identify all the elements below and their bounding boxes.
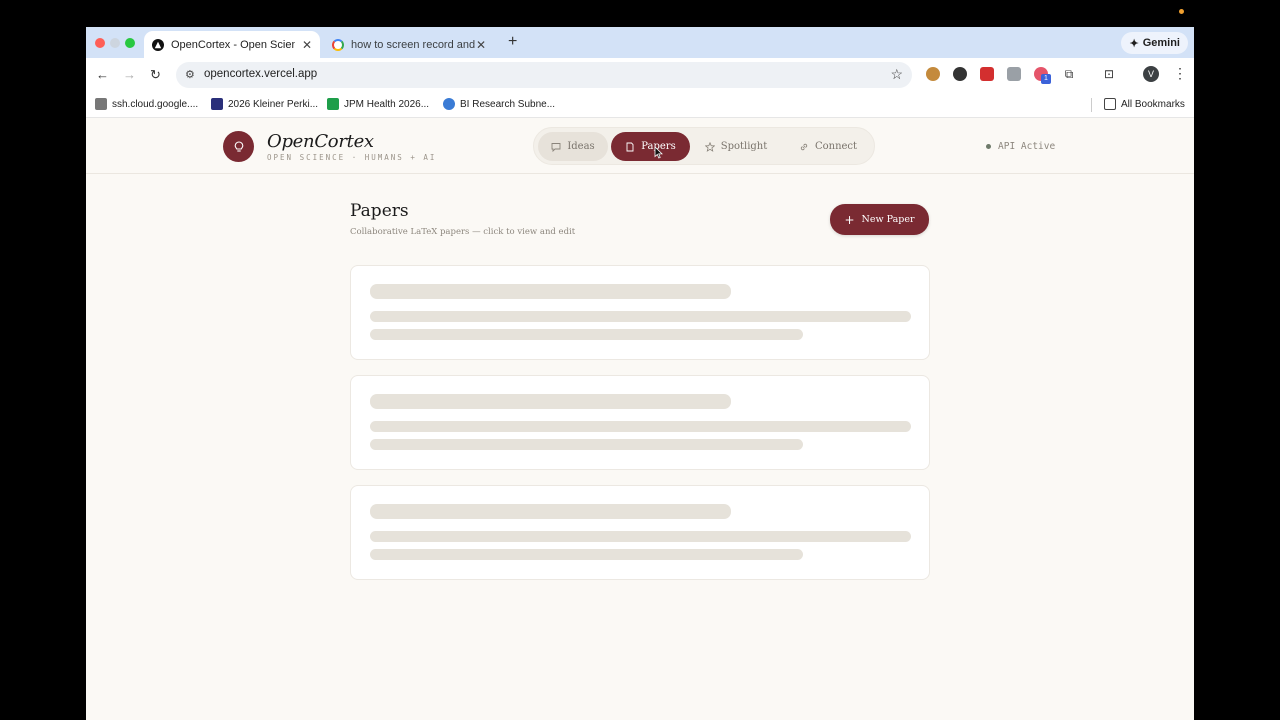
shield-extension-icon[interactable]: 1 [1034,67,1051,84]
close-window-button[interactable] [95,38,105,48]
bookmark-star-icon[interactable]: ☆ [890,66,903,83]
skeleton-title [370,504,731,519]
tab-opencortex[interactable]: OpenCortex - Open Science ✕ [144,31,320,58]
star-icon [704,141,715,152]
bookmark-item[interactable]: 2026 Kleiner Perki... [211,98,318,110]
brand-tagline: OPEN SCIENCE · HUMANS + AI [267,153,437,162]
globe-icon [443,98,455,110]
nav-tab-ideas[interactable]: Ideas [538,132,608,161]
bookmarks-divider [1091,98,1092,112]
opencortex-logo[interactable] [223,131,254,162]
url-text: opencortex.vercel.app [204,68,318,80]
tab-strip: OpenCortex - Open Science ✕ how to scree… [86,27,1194,58]
bookmark-label: JPM Health 2026... [344,98,430,110]
minimize-window-button[interactable] [110,38,120,48]
nav-tab-spotlight[interactable]: Spotlight [696,132,776,161]
more-menu-icon[interactable]: ⋮ [1173,65,1187,82]
skeleton-line [370,439,803,450]
new-paper-button[interactable]: + New Paper [830,204,929,235]
site-settings-icon[interactable]: ⚙ [185,68,195,81]
api-status-label: API Active [998,141,1056,152]
skeleton-line [370,421,911,432]
camera-extension-icon[interactable] [1007,67,1021,81]
skeleton-line [370,311,911,322]
skeleton-line [370,549,803,560]
bookmark-label: 2026 Kleiner Perki... [228,98,319,110]
tab-title: how to screen record and au [351,38,475,51]
link-icon [800,143,808,150]
new-tab-icon[interactable]: + [508,33,517,51]
tab-title: OpenCortex - Open Science [171,38,295,51]
api-status: API Active [986,141,1055,152]
gemini-label: Gemini [1142,37,1180,49]
a-logo-icon [211,98,223,110]
forward-arrow-icon[interactable]: → [123,67,136,82]
status-dot-icon [986,144,991,149]
close-tab-icon[interactable]: ✕ [476,38,486,52]
nav-label: Ideas [567,141,595,152]
skeleton-line [370,531,911,542]
lightbulb-icon [234,140,243,152]
nav-tab-connect[interactable]: Connect [788,132,868,161]
paper-card-skeleton [350,485,930,580]
compass-extension-icon[interactable] [953,67,967,81]
extension-badge: 1 [1041,74,1051,84]
chat-icon [551,142,561,152]
bookmark-item[interactable]: BI Research Subne... [443,98,555,110]
bookmark-label: BI Research Subne... [460,98,556,110]
mouse-cursor-icon [654,146,663,159]
bookmarks-bar: ssh.cloud.google.... 2026 Kleiner Perki.… [86,92,1194,118]
plus-icon: + [844,212,855,227]
tab-search-icon[interactable]: ⊡ [1102,67,1116,81]
paper-card-skeleton [350,265,930,360]
brand-name: OpenCortex [267,131,374,152]
document-icon [626,142,634,151]
folder-icon [1104,98,1116,110]
all-bookmarks-label: All Bookmarks [1121,98,1185,110]
skeleton-title [370,394,731,409]
opencortex-favicon-icon [152,38,164,51]
gemini-button[interactable]: ✦ Gemini [1121,32,1188,54]
sheets-icon [327,98,339,110]
new-paper-label: New Paper [861,214,915,225]
monitor-icon [95,98,107,110]
paper-card-skeleton [350,375,930,470]
address-bar[interactable]: ⚙ opencortex.vercel.app ☆ [176,62,912,88]
all-bookmarks-folder[interactable]: All Bookmarks [1104,98,1185,110]
screen: OpenCortex - Open Science ✕ how to scree… [0,0,1280,720]
google-favicon-icon [332,38,344,51]
maximize-window-button[interactable] [125,38,135,48]
youtube-extension-icon[interactable] [980,67,994,81]
page-title: Papers [350,201,409,221]
back-arrow-icon[interactable]: ← [96,67,109,82]
nav-label: Spotlight [720,141,768,152]
recording-indicator [1179,9,1184,14]
main-nav: Ideas Papers Spotlight Connect [533,127,875,165]
close-tab-icon[interactable]: ✕ [302,38,312,52]
bookmark-item[interactable]: JPM Health 2026... [327,98,429,110]
browser-toolbar: ← → ↻ ⚙ opencortex.vercel.app ☆ 1 ⧉ ⊡ V … [86,58,1194,92]
nav-tab-papers[interactable]: Papers [611,132,690,161]
browser-window: OpenCortex - Open Science ✕ how to scree… [86,27,1194,720]
tab-google-search[interactable]: how to screen record and au ✕ [324,31,494,58]
bookmark-label: ssh.cloud.google.... [112,98,199,110]
app-header: OpenCortex OPEN SCIENCE · HUMANS + AI Id… [86,119,1194,174]
cookie-extension-icon[interactable] [926,67,940,81]
bookmark-item[interactable]: ssh.cloud.google.... [95,98,198,110]
skeleton-title [370,284,731,299]
profile-avatar[interactable]: V [1143,66,1159,82]
skeleton-line [370,329,803,340]
nav-label: Connect [814,141,858,152]
sparkle-icon: ✦ [1129,37,1139,50]
page-subtitle: Collaborative LaTeX papers — click to vi… [350,227,576,237]
reload-icon[interactable]: ↻ [150,67,161,83]
puzzle-extensions-icon[interactable]: ⧉ [1062,67,1076,81]
